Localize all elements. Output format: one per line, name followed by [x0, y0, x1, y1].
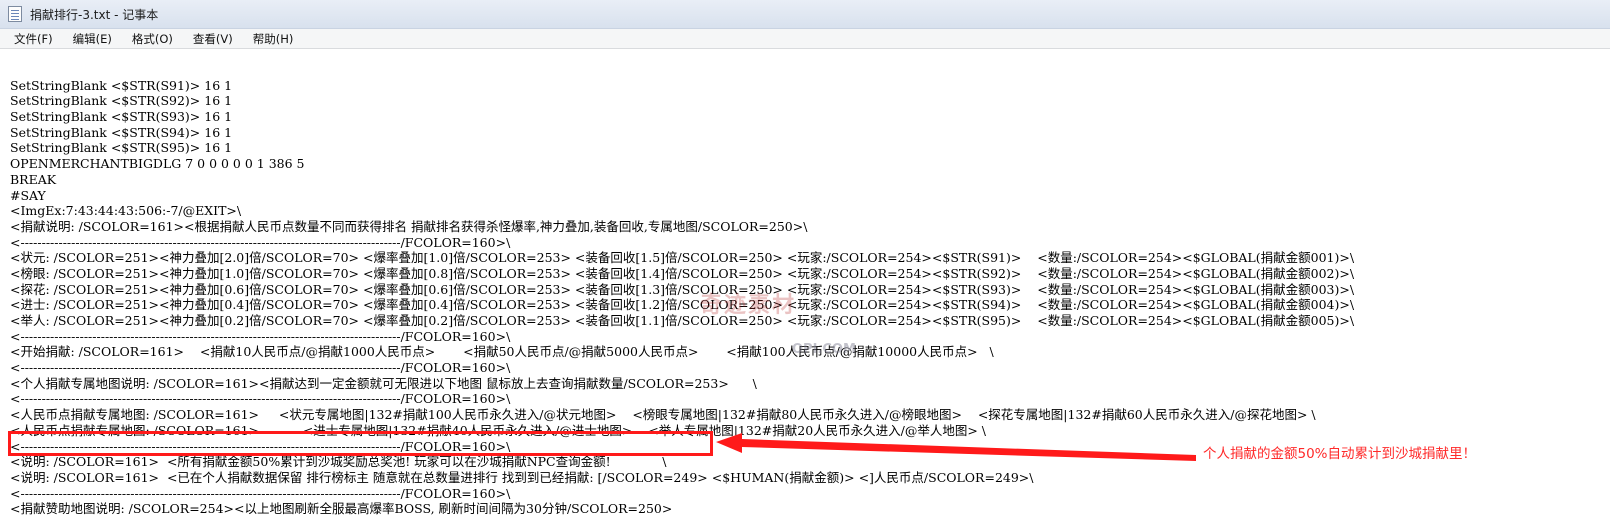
editor-line: #SAY [10, 187, 46, 203]
annotation-text: 个人捐献的金额50%自动累计到沙城捐献里！ [1203, 446, 1477, 462]
title-bar[interactable]: 捐献排行-3.txt - 记事本 [0, 0, 1610, 29]
annotation-arrow [716, 433, 1196, 461]
editor-line: SetStringBlank <$STR(S91)> 16 1 [10, 77, 233, 93]
editor-line: <探花: /SCOLOR=251><神力叠加[0.6]倍/SCOLOR=70> … [10, 281, 1355, 297]
editor-line: <---------------------------------------… [10, 328, 511, 344]
editor-line: SetStringBlank <$STR(S94)> 16 1 [10, 124, 233, 140]
editor-line: BREAK [10, 171, 57, 187]
editor-line: SetStringBlank <$STR(S95)> 16 1 [10, 140, 233, 156]
editor-line: <状元: /SCOLOR=251><神力叠加[2.0]倍/SCOLOR=70> … [10, 250, 1355, 266]
menu-file[interactable]: 文件(F) [4, 30, 63, 48]
watermark-logo: 奇迹素材 [700, 293, 797, 318]
notepad-window: 捐献排行-3.txt - 记事本 文件(F) 编辑(E) 格式(O) 查看(V)… [0, 0, 1610, 520]
editor-line: <进士: /SCOLOR=251><神力叠加[0.4]倍/SCOLOR=70> … [10, 297, 1355, 313]
editor-line: <---------------------------------------… [10, 234, 511, 250]
editor-line: <捐献赞助地图说明: /SCOLOR=254><以上地图刷新全服最高爆率BOSS… [10, 501, 673, 517]
watermark-sub: OPI.COM [792, 342, 856, 357]
editor-line: SetStringBlank <$STR(S92)> 16 1 [10, 93, 233, 109]
menu-view[interactable]: 查看(V) [183, 30, 243, 48]
text-editor[interactable]: SetStringBlank <$STR(S91)> 16 1 SetString… [0, 50, 1610, 520]
editor-line: <榜眼: /SCOLOR=251><神力叠加[1.0]倍/SCOLOR=70> … [10, 265, 1355, 281]
menu-edit[interactable]: 编辑(E) [63, 30, 122, 48]
editor-line: <ImgEx:7:43:44:43:506:-7/@EXIT>\ [10, 203, 242, 219]
editor-line: <人民币点捐献专属地图: /SCOLOR=161> <状元专属地图|132#捐献… [10, 407, 1316, 423]
editor-line: OPENMERCHANTBIGDLG 7 0 0 0 0 0 1 386 5 [10, 156, 305, 172]
editor-line: <捐献说明: /SCOLOR=161><根据捐献人民币点数量不同而获得排名 捐献… [10, 218, 808, 234]
editor-line: <开始捐献: /SCOLOR=161> <捐献10人民币点/@捐献1000人民币… [10, 344, 994, 360]
menu-bar: 文件(F) 编辑(E) 格式(O) 查看(V) 帮助(H) [0, 29, 1610, 49]
editor-line: <举人: /SCOLOR=251><神力叠加[0.2]倍/SCOLOR=70> … [10, 313, 1355, 328]
editor-line: SetStringBlank <$STR(S93)> 16 1 [10, 109, 233, 125]
notepad-icon [8, 6, 22, 22]
editor-line: <---------------------------------------… [10, 391, 511, 407]
menu-help[interactable]: 帮助(H) [243, 30, 304, 48]
window-title: 捐献排行-3.txt - 记事本 [30, 7, 159, 22]
editor-line: <---------------------------------------… [10, 360, 511, 376]
menu-format[interactable]: 格式(O) [122, 30, 183, 48]
highlight-box [8, 431, 713, 456]
editor-line: <个人捐献专属地图说明: /SCOLOR=161><捐献达到一定金额就可无限进以… [10, 375, 757, 391]
